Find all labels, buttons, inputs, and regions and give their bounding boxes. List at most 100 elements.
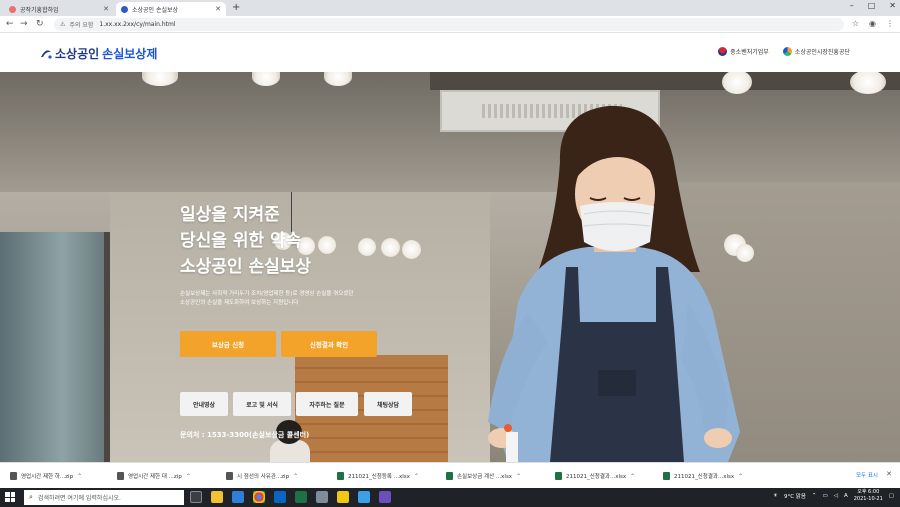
partner-mss[interactable]: 중소벤처기업부 (718, 47, 769, 56)
ime-icon[interactable]: A (844, 493, 848, 499)
profile-icon[interactable]: ◉ (869, 19, 876, 28)
system-tray: ☀ 9°C 맑음 ⌃ ▭ ◁ A 오후 6:00 2021-10-21 ▢ (773, 489, 894, 503)
site-logo[interactable]: 소상공인 손실보상제 (40, 45, 157, 62)
windows-taskbar: ⌕ 검색하려면 여기에 입력하십시오. ☀ 9°C 맑음 ⌃ ▭ ◁ A 오후 … (0, 488, 900, 507)
chevron-down-icon[interactable]: ⌃ (414, 473, 419, 480)
excel-file-icon (663, 472, 670, 480)
security-label: 주의 요함 (69, 22, 94, 29)
back-arrow-icon[interactable]: ← (6, 19, 14, 29)
close-icon[interactable]: ✕ (215, 5, 221, 13)
task-view-icon[interactable] (190, 491, 202, 503)
download-item[interactable]: 손실보상금 계산 ...xlsx ⌃ (446, 469, 521, 483)
url-input[interactable]: ⚠ 주의 요함 1.xx.xx.2xx/cy/main.html (54, 18, 844, 31)
chrome-icon[interactable] (253, 491, 265, 503)
maximize-button[interactable]: □ (868, 1, 876, 10)
search-placeholder: 검색하려면 여기에 입력하십시오. (37, 495, 121, 502)
minimize-button[interactable]: – (850, 1, 854, 10)
star-icon[interactable]: ☆ (852, 19, 859, 28)
chevron-down-icon[interactable]: ⌃ (77, 473, 82, 480)
site-header: 소상공인 손실보상제 중소벤처기업부 소상공인시장진흥공단 (0, 34, 900, 72)
tab-inactive[interactable]: 공작기흥합하임 ✕ (4, 2, 114, 16)
browser-toolbar-icons: ☆ ◉ ⋮ (852, 19, 894, 28)
chevron-up-icon[interactable]: ⌃ (812, 493, 817, 499)
weather-text[interactable]: 9°C 맑음 (784, 492, 806, 500)
close-downloads-button[interactable]: ✕ (886, 470, 892, 478)
taskbar-search-input[interactable]: ⌕ 검색하려면 여기에 입력하십시오. (24, 490, 184, 505)
download-item[interactable]: 211021_신청결과...xlsx ⌃ (663, 469, 743, 483)
download-item[interactable]: 211021_신청등록 ...xlsx ⌃ (337, 469, 419, 483)
download-filename: 손실보상금 계산 ...xlsx (457, 474, 513, 480)
chevron-down-icon[interactable]: ⌃ (186, 473, 191, 480)
edge-icon[interactable] (232, 491, 244, 503)
tab-favicon-icon (121, 5, 128, 13)
chevron-down-icon[interactable]: ⌃ (630, 473, 635, 480)
clock-time: 오후 6:00 (857, 489, 880, 495)
close-window-button[interactable]: ✕ (889, 1, 896, 10)
app-icon[interactable] (316, 491, 328, 503)
background-person-image (270, 420, 310, 462)
reload-icon[interactable]: ↻ (36, 19, 44, 29)
taegeuk-icon (718, 47, 728, 56)
download-item[interactable]: 211021_신청결과...xlsx ⌃ (555, 469, 635, 483)
clock[interactable]: 오후 6:00 2021-10-21 (854, 489, 883, 503)
notification-icon[interactable]: ▢ (889, 493, 894, 499)
excel-file-icon (555, 472, 562, 480)
url-text: 1.xx.xx.2xx/cy/main.html (99, 21, 176, 28)
hero-banner: 일상을 지켜준 당신을 위한 약속 소상공인 손실보상 손실보상제는 사회적 거… (0, 72, 900, 462)
partner-semas[interactable]: 소상공인시장진흥공단 (782, 47, 850, 56)
download-filename: 211021_신청결과...xlsx (674, 474, 735, 480)
app-icon[interactable] (358, 491, 370, 503)
tab-active[interactable]: 소상공인 손실보상 ✕ (116, 2, 226, 16)
contact-info: 문의처 : 1533-3300(손실보상금 콜센터) (180, 431, 310, 439)
tab-favicon-icon (9, 5, 16, 13)
search-icon: ⌕ (29, 493, 33, 501)
file-explorer-icon[interactable] (211, 491, 223, 503)
forward-arrow-icon[interactable]: → (20, 19, 28, 29)
lamp-image (402, 240, 421, 259)
lamp-image (318, 236, 336, 254)
close-icon[interactable]: ✕ (103, 5, 109, 13)
download-filename: 211021_신청결과...xlsx (566, 474, 627, 480)
description-line: 손실보상제는 사회적 거리두기 조치(영업제한 등)로 경영상 손실을 겪으셨던 (180, 291, 354, 297)
network-icon[interactable]: ▭ (823, 493, 828, 499)
menu-icon[interactable]: ⋮ (886, 19, 894, 28)
zip-file-icon (117, 472, 124, 480)
hero-headline: 일상을 지켜준 당신을 위한 약속 소상공인 손실보상 (180, 202, 311, 280)
sticky-notes-icon[interactable] (337, 491, 349, 503)
apply-compensation-button[interactable]: 보상금 신청 (180, 331, 276, 357)
hero-description: 손실보상제는 사회적 거리두기 조치(영업제한 등)로 경영상 손실을 겪으셨던… (180, 290, 390, 308)
chevron-down-icon[interactable]: ⌃ (738, 473, 743, 480)
download-item[interactable]: 영업시간 제한 대 ...zip ⌃ (117, 469, 191, 483)
download-filename: 영업시간 제한 대 ...zip (128, 474, 182, 480)
volume-icon[interactable]: ◁ (834, 493, 838, 499)
background-window (0, 232, 110, 462)
faq-button[interactable]: 자주하는 질문 (296, 392, 358, 416)
partner-label: 소상공인시장진흥공단 (794, 49, 850, 56)
app-icon[interactable] (379, 491, 391, 503)
logo-icon (41, 49, 52, 59)
tab-title: 공작기흥합하임 (20, 6, 59, 14)
excel-file-icon (446, 472, 453, 480)
lamp-image (381, 238, 400, 257)
tab-title: 소상공인 손실보상 (132, 6, 179, 14)
download-item[interactable]: 시 점선의 사유관...zip ⌃ (226, 469, 298, 483)
outlook-icon[interactable] (274, 491, 286, 503)
description-line: 소상공인의 손실을 제도화하여 보상하는 지원입니다 (180, 300, 299, 306)
partner-logos: 중소벤처기업부 소상공인시장진흥공단 (718, 47, 850, 56)
download-filename: 영업시간 제한 하...zip (21, 474, 74, 480)
show-all-downloads-link[interactable]: 모두 표시 (856, 471, 878, 479)
chat-consult-button[interactable]: 채팅상담 (364, 392, 412, 416)
chevron-down-icon[interactable]: ⌃ (516, 473, 521, 480)
chevron-down-icon[interactable]: ⌃ (293, 473, 298, 480)
new-tab-button[interactable]: + (232, 2, 240, 14)
browser-tab-strip: 공작기흥합하임 ✕ 소상공인 손실보상 ✕ + – □ ✕ (0, 0, 900, 16)
download-item[interactable]: 영업시간 제한 하...zip ⌃ (10, 469, 82, 483)
clock-date: 2021-10-21 (853, 496, 883, 502)
partner-label: 중소벤처기업부 (730, 49, 769, 56)
guide-video-button[interactable]: 안내영상 (180, 392, 228, 416)
check-result-button[interactable]: 신청결과 확인 (281, 331, 377, 357)
logo-forms-button[interactable]: 로고 및 서식 (233, 392, 291, 416)
windows-start-icon[interactable] (5, 492, 15, 502)
weather-icon: ☀ (773, 493, 778, 499)
excel-icon[interactable] (295, 491, 307, 503)
